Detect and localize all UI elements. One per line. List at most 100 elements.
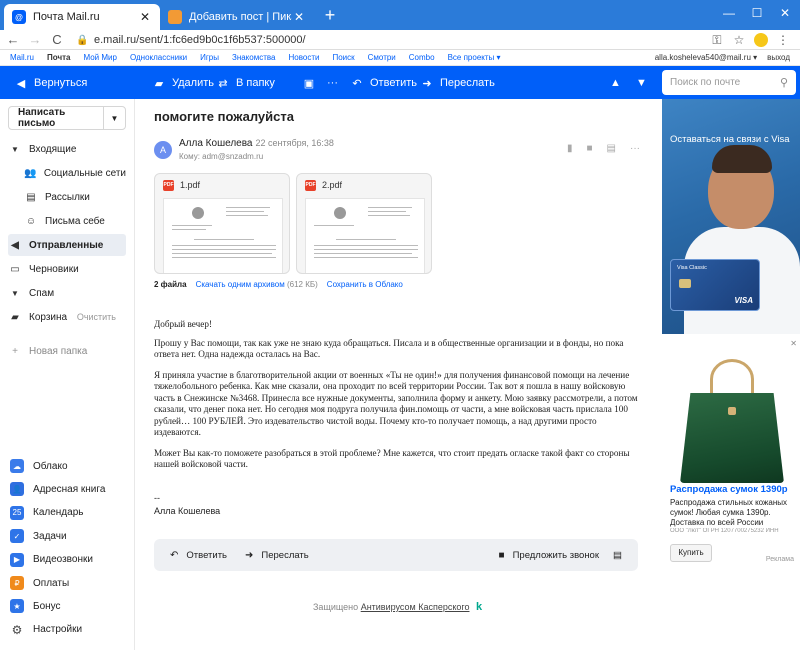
visa-banner[interactable]: Оставаться на связи с Visa Visa Classic … xyxy=(662,99,800,334)
sidebar-folder-item[interactable]: ▤ Рассылки xyxy=(24,186,126,208)
download-archive-link[interactable]: Скачать одним архивом xyxy=(196,280,285,289)
service-link[interactable]: 👤 Адресная книга xyxy=(10,479,128,499)
service-link[interactable]: ★ Бонус xyxy=(10,596,128,616)
close-window-button[interactable]: ✕ xyxy=(770,0,800,26)
mail-search-input[interactable]: Поиск по почте ⚲ xyxy=(662,70,796,95)
quick-forward-button[interactable]: ➜ Переслать xyxy=(245,550,309,561)
portal-link[interactable]: Мой Мир xyxy=(83,53,116,62)
folder-label: Рассылки xyxy=(45,191,90,203)
tab-pikabu[interactable]: Добавить пост | Пикабу ✕ xyxy=(160,4,314,30)
quick-forward-label: Переслать xyxy=(261,549,309,561)
attachment-card[interactable]: PDF 1.pdf xyxy=(154,173,290,274)
portal-link[interactable]: Игры xyxy=(200,53,219,62)
more-button[interactable]: ··· xyxy=(327,75,338,91)
tab-mail-title: Почта Mail.ru xyxy=(33,11,100,23)
maximize-button[interactable]: ☐ xyxy=(742,0,772,26)
folder-move-icon: ⇄ xyxy=(218,77,228,90)
profile-avatar-icon[interactable] xyxy=(754,33,768,47)
sidebar-folder-item[interactable]: ◀ Отправленные xyxy=(8,234,126,256)
portal-link[interactable]: Поиск xyxy=(332,53,354,62)
service-label: Облако xyxy=(33,460,68,472)
bag-clasp-image xyxy=(728,407,736,415)
portal-link[interactable]: Одноклассники xyxy=(130,53,187,62)
calendar-icon[interactable]: ▤ xyxy=(607,143,616,154)
url-field[interactable]: 🔒 e.mail.ru/sent/1:fc6ed9b0c1f6b537:5000… xyxy=(76,31,746,49)
mail-toolbar: ◀ Вернуться ▰ Удалить ⇄ В папку ▣ ··· ↶ … xyxy=(0,66,800,99)
move-to-folder-button[interactable]: ⇄ В папку xyxy=(216,75,274,91)
portal-link[interactable]: Знакомства xyxy=(232,53,276,62)
calendar-icon: ▤ xyxy=(613,549,622,561)
service-label: Бонус xyxy=(33,600,61,612)
pdf-icon: PDF xyxy=(163,179,174,191)
new-folder-button[interactable]: + Новая папка xyxy=(8,340,126,362)
service-link[interactable]: ₽ Оплаты xyxy=(10,573,128,593)
sidebar-folder-item[interactable]: 👥 Социальные сети xyxy=(24,162,126,184)
kaspersky-link[interactable]: Антивирусом Касперского xyxy=(361,602,470,612)
url-text: e.mail.ru/sent/1:fc6ed9b0c1f6b537:500000… xyxy=(94,34,306,46)
portal-link[interactable]: Mail.ru xyxy=(10,53,34,62)
message-view: помогите пожалуйста А Алла Кошелева 22 се… xyxy=(135,99,662,650)
sender-name[interactable]: Алла Кошелева xyxy=(179,138,252,149)
portal-link[interactable]: Все проекты ▾ xyxy=(448,53,501,62)
portal-link[interactable]: Смотри xyxy=(368,53,396,62)
forward-button[interactable]: ➜ Переслать xyxy=(420,75,494,91)
visa-logo: VISA xyxy=(734,296,753,305)
key-icon[interactable]: ⚿ xyxy=(710,33,724,48)
new-tab-button[interactable]: + xyxy=(320,6,340,26)
delete-label: Удалить xyxy=(172,77,214,89)
sidebar-folder-item[interactable]: ☺ Письма себе xyxy=(24,210,126,232)
protected-label: Защищено xyxy=(313,602,359,612)
close-ad-icon[interactable]: ✕ xyxy=(790,339,797,348)
back-button[interactable]: ◀ Вернуться xyxy=(14,75,88,91)
payments-icon: ₽ xyxy=(10,576,24,590)
folder-label: Социальные сети xyxy=(43,167,126,179)
service-link[interactable]: ▶ Видеозвонки xyxy=(10,550,128,570)
sidebar-folder-item[interactable]: ▼ Спам xyxy=(8,282,126,304)
suggest-call-button[interactable]: ■ Предложить звонок xyxy=(499,550,599,561)
ad-title[interactable]: Распродажа сумок 1390р xyxy=(670,484,788,495)
service-link[interactable]: ⚙ Настройки xyxy=(10,620,128,640)
browser-menu-icon[interactable]: ⋮ xyxy=(776,33,790,47)
reload-icon[interactable]: C xyxy=(48,31,66,49)
back-nav-icon[interactable]: ← xyxy=(4,31,22,49)
minimize-button[interactable]: — xyxy=(714,0,744,26)
next-letter-button[interactable]: ▼ xyxy=(636,75,647,91)
sender-avatar[interactable]: А xyxy=(154,141,172,159)
sidebar-folder-item[interactable]: ▰ Корзина Очистить xyxy=(8,306,126,328)
prev-letter-button[interactable]: ▲ xyxy=(610,75,621,91)
more-icon[interactable]: ··· xyxy=(630,143,640,154)
quick-reply-button[interactable]: ↶ Ответить xyxy=(170,550,227,561)
video-icon[interactable]: ■ xyxy=(587,143,593,154)
reply-button[interactable]: ↶ Ответить xyxy=(350,75,417,91)
close-tab-icon[interactable]: ✕ xyxy=(292,10,306,24)
schedule-button[interactable]: ▤ xyxy=(613,550,622,561)
star-icon[interactable]: ☆ xyxy=(732,33,746,47)
ad-buy-button[interactable]: Купить xyxy=(670,544,712,562)
forward-icon: ➜ xyxy=(422,77,432,90)
sidebar-folder-item[interactable]: ▼ Входящие xyxy=(8,138,126,160)
man-hair-image xyxy=(712,145,772,173)
close-tab-icon[interactable]: ✕ xyxy=(138,10,152,24)
card-name: Visa Classic xyxy=(677,265,707,271)
attachment-card[interactable]: PDF 2.pdf xyxy=(296,173,432,274)
bookmark-icon[interactable]: ▮ xyxy=(567,143,573,154)
save-to-cloud-link[interactable]: Сохранить в Облако xyxy=(327,280,403,289)
service-link[interactable]: ☁ Облако xyxy=(10,456,128,476)
service-link[interactable]: 25 Календарь xyxy=(10,503,128,523)
archive-button[interactable]: ▣ xyxy=(302,75,322,91)
compose-button[interactable]: Написать письмо ▼ xyxy=(8,106,126,130)
clear-trash-link[interactable]: Очистить xyxy=(77,312,126,322)
logout-link[interactable]: выход xyxy=(767,53,790,62)
user-email[interactable]: alla.kosheleva540@mail.ru ▾ xyxy=(655,53,757,62)
portal-link[interactable]: Combo xyxy=(409,53,435,62)
portal-link[interactable]: Почта xyxy=(47,53,70,62)
sidebar-folder-item[interactable]: ▭ Черновики xyxy=(8,258,126,280)
signature: -- Алла Кошелева xyxy=(154,492,220,518)
chevron-down-icon[interactable]: ▼ xyxy=(103,107,125,129)
forward-nav-icon[interactable]: → xyxy=(26,31,44,49)
portal-link[interactable]: Новости xyxy=(289,53,320,62)
tab-mail[interactable]: @ Почта Mail.ru ✕ xyxy=(4,4,160,30)
delete-button[interactable]: ▰ Удалить xyxy=(152,75,214,91)
service-link[interactable]: ✓ Задачи xyxy=(10,526,128,546)
bag-ad[interactable]: ✕ Распродажа сумок 1390р Распродажа стил… xyxy=(662,337,800,577)
